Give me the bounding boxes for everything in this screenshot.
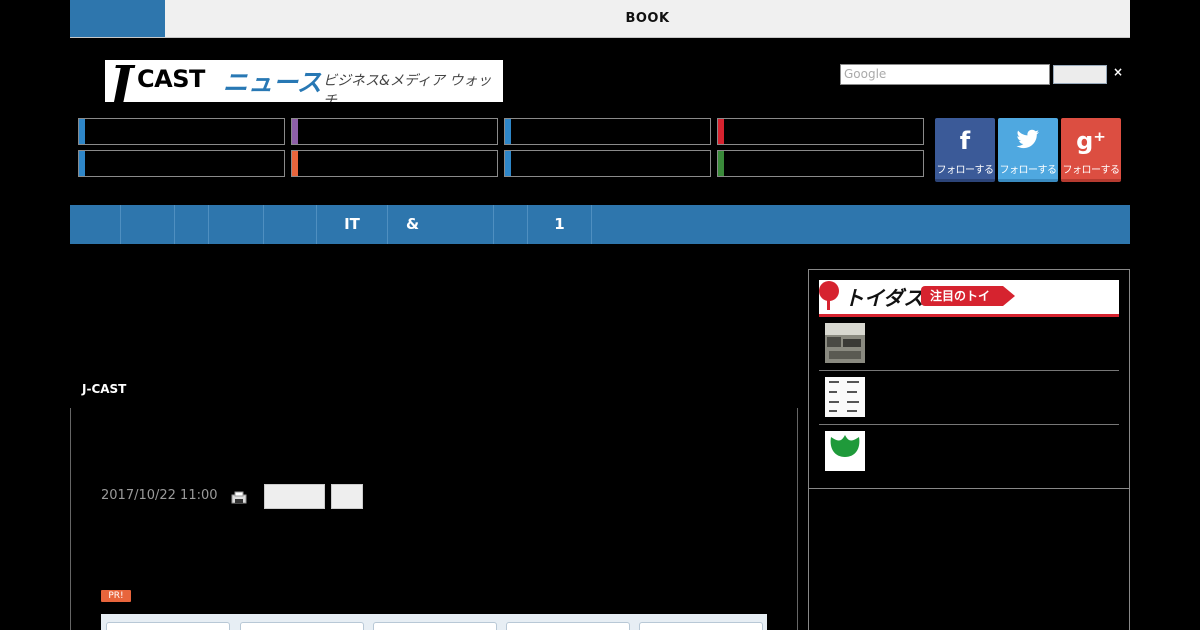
category-link-4[interactable] xyxy=(717,118,924,145)
pr-badge: PR! xyxy=(101,590,131,602)
facebook-follow-button[interactable]: f フォローする xyxy=(935,118,995,182)
category-link-1[interactable] xyxy=(78,118,285,145)
sidebar-item-3[interactable] xyxy=(819,425,1119,479)
googleplus-follow-button[interactable]: g⁺ フォローする xyxy=(1061,118,1121,182)
search-button[interactable] xyxy=(1053,65,1107,84)
nav-item-it[interactable]: IT xyxy=(317,205,388,244)
top-bar-accent-block[interactable] xyxy=(70,0,165,37)
breadcrumb[interactable]: J-CAST xyxy=(82,382,126,396)
googleplus-icon: g⁺ xyxy=(1076,127,1106,155)
arrow-right-icon xyxy=(1003,286,1015,306)
category-link-7[interactable] xyxy=(504,150,711,177)
nav-item-ranking[interactable]: 1 xyxy=(528,205,592,244)
category-link-8[interactable] xyxy=(717,150,924,177)
top-bar-book-label[interactable]: BOOK xyxy=(165,0,1130,37)
tab-2[interactable] xyxy=(240,622,364,630)
sidebar-item-2[interactable] xyxy=(819,371,1119,425)
tab-strip xyxy=(101,614,767,630)
category-link-2[interactable] xyxy=(291,118,498,145)
nav-item-1[interactable] xyxy=(70,205,121,244)
top-bar: BOOK xyxy=(70,0,1130,38)
site-logo[interactable]: J CAST ニュース ビジネス&メディア ウォッチ xyxy=(105,60,503,102)
tab-4[interactable] xyxy=(506,622,630,630)
share-button[interactable] xyxy=(264,484,325,509)
main-nav: IT & 1 xyxy=(70,205,1130,244)
sidebar-item-1[interactable] xyxy=(819,317,1119,371)
article-date: 2017/10/22 11:00 xyxy=(101,488,218,503)
category-link-5[interactable] xyxy=(78,150,285,177)
share-button-small[interactable] xyxy=(331,484,363,509)
twitter-follow-button[interactable]: フォローする xyxy=(998,118,1058,182)
article-frame xyxy=(70,408,798,630)
close-icon[interactable]: × xyxy=(1113,65,1123,79)
mascot-icon xyxy=(819,281,839,310)
tab-3[interactable] xyxy=(373,622,497,630)
nav-item-amp[interactable]: & xyxy=(388,205,494,244)
nav-item-3[interactable] xyxy=(175,205,209,244)
tab-5[interactable] xyxy=(639,622,763,630)
nav-item-6[interactable] xyxy=(494,205,528,244)
category-link-6[interactable] xyxy=(291,150,498,177)
toidas-banner[interactable]: トイダス 注目のトイ xyxy=(819,280,1119,317)
banner-brand: トイダス xyxy=(844,286,924,310)
twitter-icon xyxy=(998,126,1058,156)
banner-pill: 注目のトイ xyxy=(921,286,1003,306)
thumbnail-image xyxy=(825,431,865,471)
nav-item-2[interactable] xyxy=(121,205,175,244)
category-link-3[interactable] xyxy=(504,118,711,145)
nav-item-5[interactable] xyxy=(264,205,317,244)
nav-item-4[interactable] xyxy=(209,205,264,244)
thumbnail-image xyxy=(825,377,865,417)
tab-1[interactable] xyxy=(106,622,230,630)
thumbnail-image xyxy=(825,323,865,363)
search-input[interactable]: Google xyxy=(840,64,1050,85)
facebook-icon: f xyxy=(959,127,971,155)
sidebar-lower xyxy=(808,488,1130,630)
print-icon[interactable] xyxy=(231,489,247,504)
